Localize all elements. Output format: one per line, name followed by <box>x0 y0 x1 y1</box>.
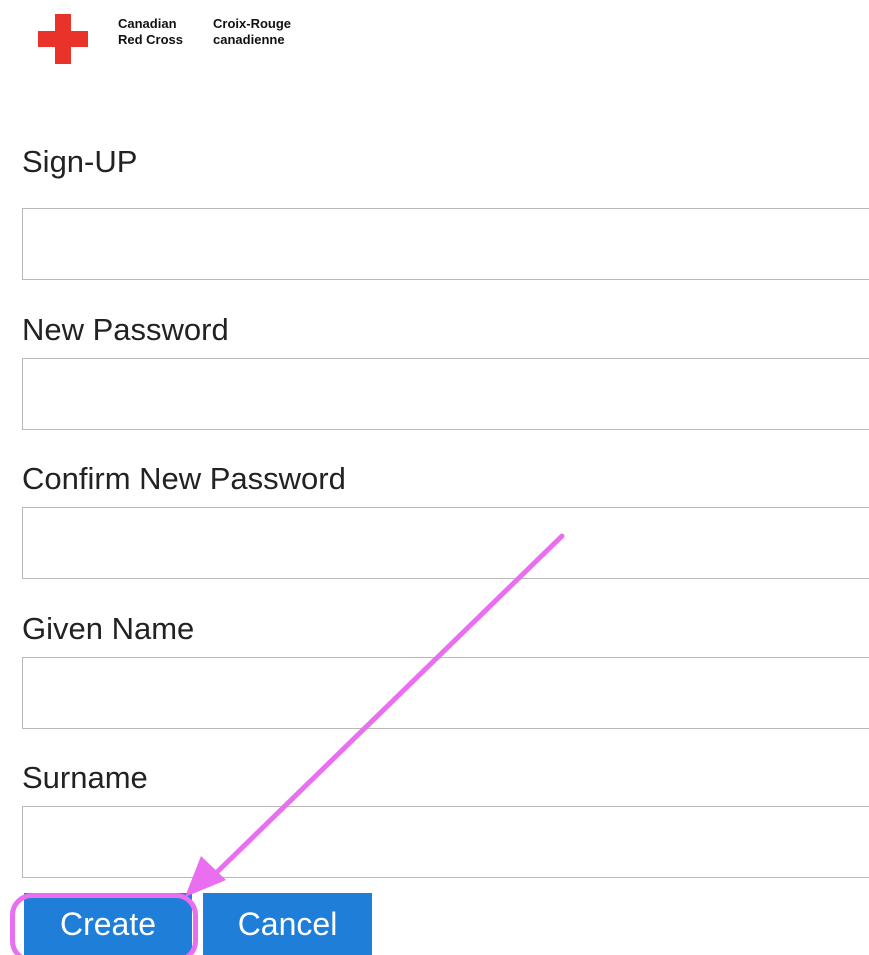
confirm-password-label: Confirm New Password <box>22 461 346 496</box>
form-title: Sign-UP <box>22 144 138 179</box>
new-password-input[interactable] <box>22 358 869 430</box>
new-password-label: New Password <box>22 312 229 347</box>
signup-input[interactable] <box>22 208 869 280</box>
logo-english: Canadian Red Cross <box>118 16 183 48</box>
given-name-label: Given Name <box>22 611 195 646</box>
given-name-input[interactable] <box>22 657 869 729</box>
confirm-password-input[interactable] <box>22 507 869 579</box>
surname-label: Surname <box>22 760 148 795</box>
signup-page: Canadian Red Cross Croix-Rouge canadienn… <box>0 0 869 955</box>
logo-fr-line1: Croix-Rouge <box>213 16 292 31</box>
create-button[interactable]: Create <box>24 893 192 955</box>
cancel-button[interactable]: Cancel <box>203 893 372 955</box>
canadian-red-cross-logo: Canadian Red Cross Croix-Rouge canadienn… <box>38 14 291 66</box>
logo-en-line2: Red Cross <box>118 32 184 47</box>
logo-french: Croix-Rouge canadienne <box>213 16 291 48</box>
surname-input[interactable] <box>22 806 869 878</box>
logo-en-line1: Canadian <box>118 16 177 31</box>
red-cross-icon <box>38 14 88 64</box>
logo-fr-line2: canadienne <box>213 32 285 47</box>
logo-wordmark: Canadian Red Cross Croix-Rouge canadienn… <box>118 16 291 48</box>
